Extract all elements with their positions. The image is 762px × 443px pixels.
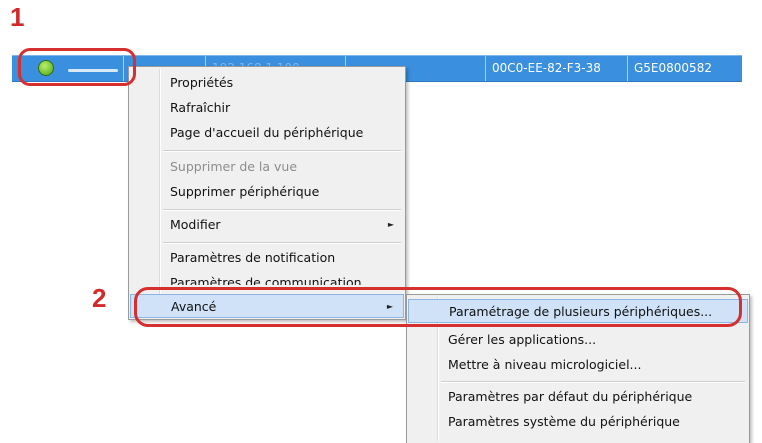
menu-item-notification[interactable]: Paramètres de notification [130, 246, 404, 270]
menu-item-proprietes[interactable]: Propriétés [130, 71, 404, 95]
step-number-1: 1 [10, 2, 25, 32]
green-circle-icon [38, 60, 54, 76]
menu-separator [163, 242, 401, 244]
mac-address-cell[interactable]: 00C0-EE-82-F3-38 [486, 56, 628, 81]
menu-separator [163, 150, 401, 152]
menu-separator [163, 209, 401, 211]
menu-item-avance-label: Avancé [171, 299, 217, 314]
device-context-menu: Propriétés Rafraîchir Page d'accueil du … [128, 66, 406, 320]
submenu-arrow-icon: ► [386, 302, 393, 311]
menu-item-mettre-a-niveau[interactable]: Mettre à niveau micrologiciel... [408, 353, 748, 377]
advanced-submenu: Paramétrage de plusieurs périphériques..… [406, 294, 750, 443]
menu-separator [441, 381, 745, 383]
menu-item-rafraichir[interactable]: Rafraîchir [130, 96, 404, 120]
menu-item-avance[interactable]: Avancé ► [130, 294, 404, 318]
menu-item-page-accueil[interactable]: Page d'accueil du périphérique [130, 121, 404, 145]
menu-item-parametrage-plusieurs[interactable]: Paramétrage de plusieurs périphériques..… [408, 299, 748, 323]
device-name-blur [68, 69, 118, 72]
menu-item-gerer-applications[interactable]: Gérer les applications... [408, 328, 748, 352]
menu-item-parametres-defaut[interactable]: Paramètres par défaut du périphérique [408, 385, 748, 409]
serial-number-cell[interactable]: G5E0800582 [628, 56, 742, 81]
serial-number-text: G5E0800582 [634, 61, 712, 75]
submenu-arrow-icon: ► [387, 220, 394, 229]
menu-item-supprimer-vue: Supprimer de la vue [170, 159, 298, 174]
device-name-cell[interactable] [12, 56, 124, 81]
menu-item-modifier[interactable]: Modifier ► [130, 213, 404, 237]
menu-item-communication[interactable]: Paramètres de communication [130, 271, 404, 285]
menu-item-supprimer-peripherique[interactable]: Supprimer périphérique [130, 180, 404, 204]
mac-address-text: 00C0-EE-82-F3-38 [492, 61, 601, 75]
step-number-2: 2 [92, 283, 107, 313]
menu-item-parametres-systeme[interactable]: Paramètres système du périphérique [408, 410, 748, 434]
menu-item-modifier-label: Modifier [170, 217, 221, 232]
